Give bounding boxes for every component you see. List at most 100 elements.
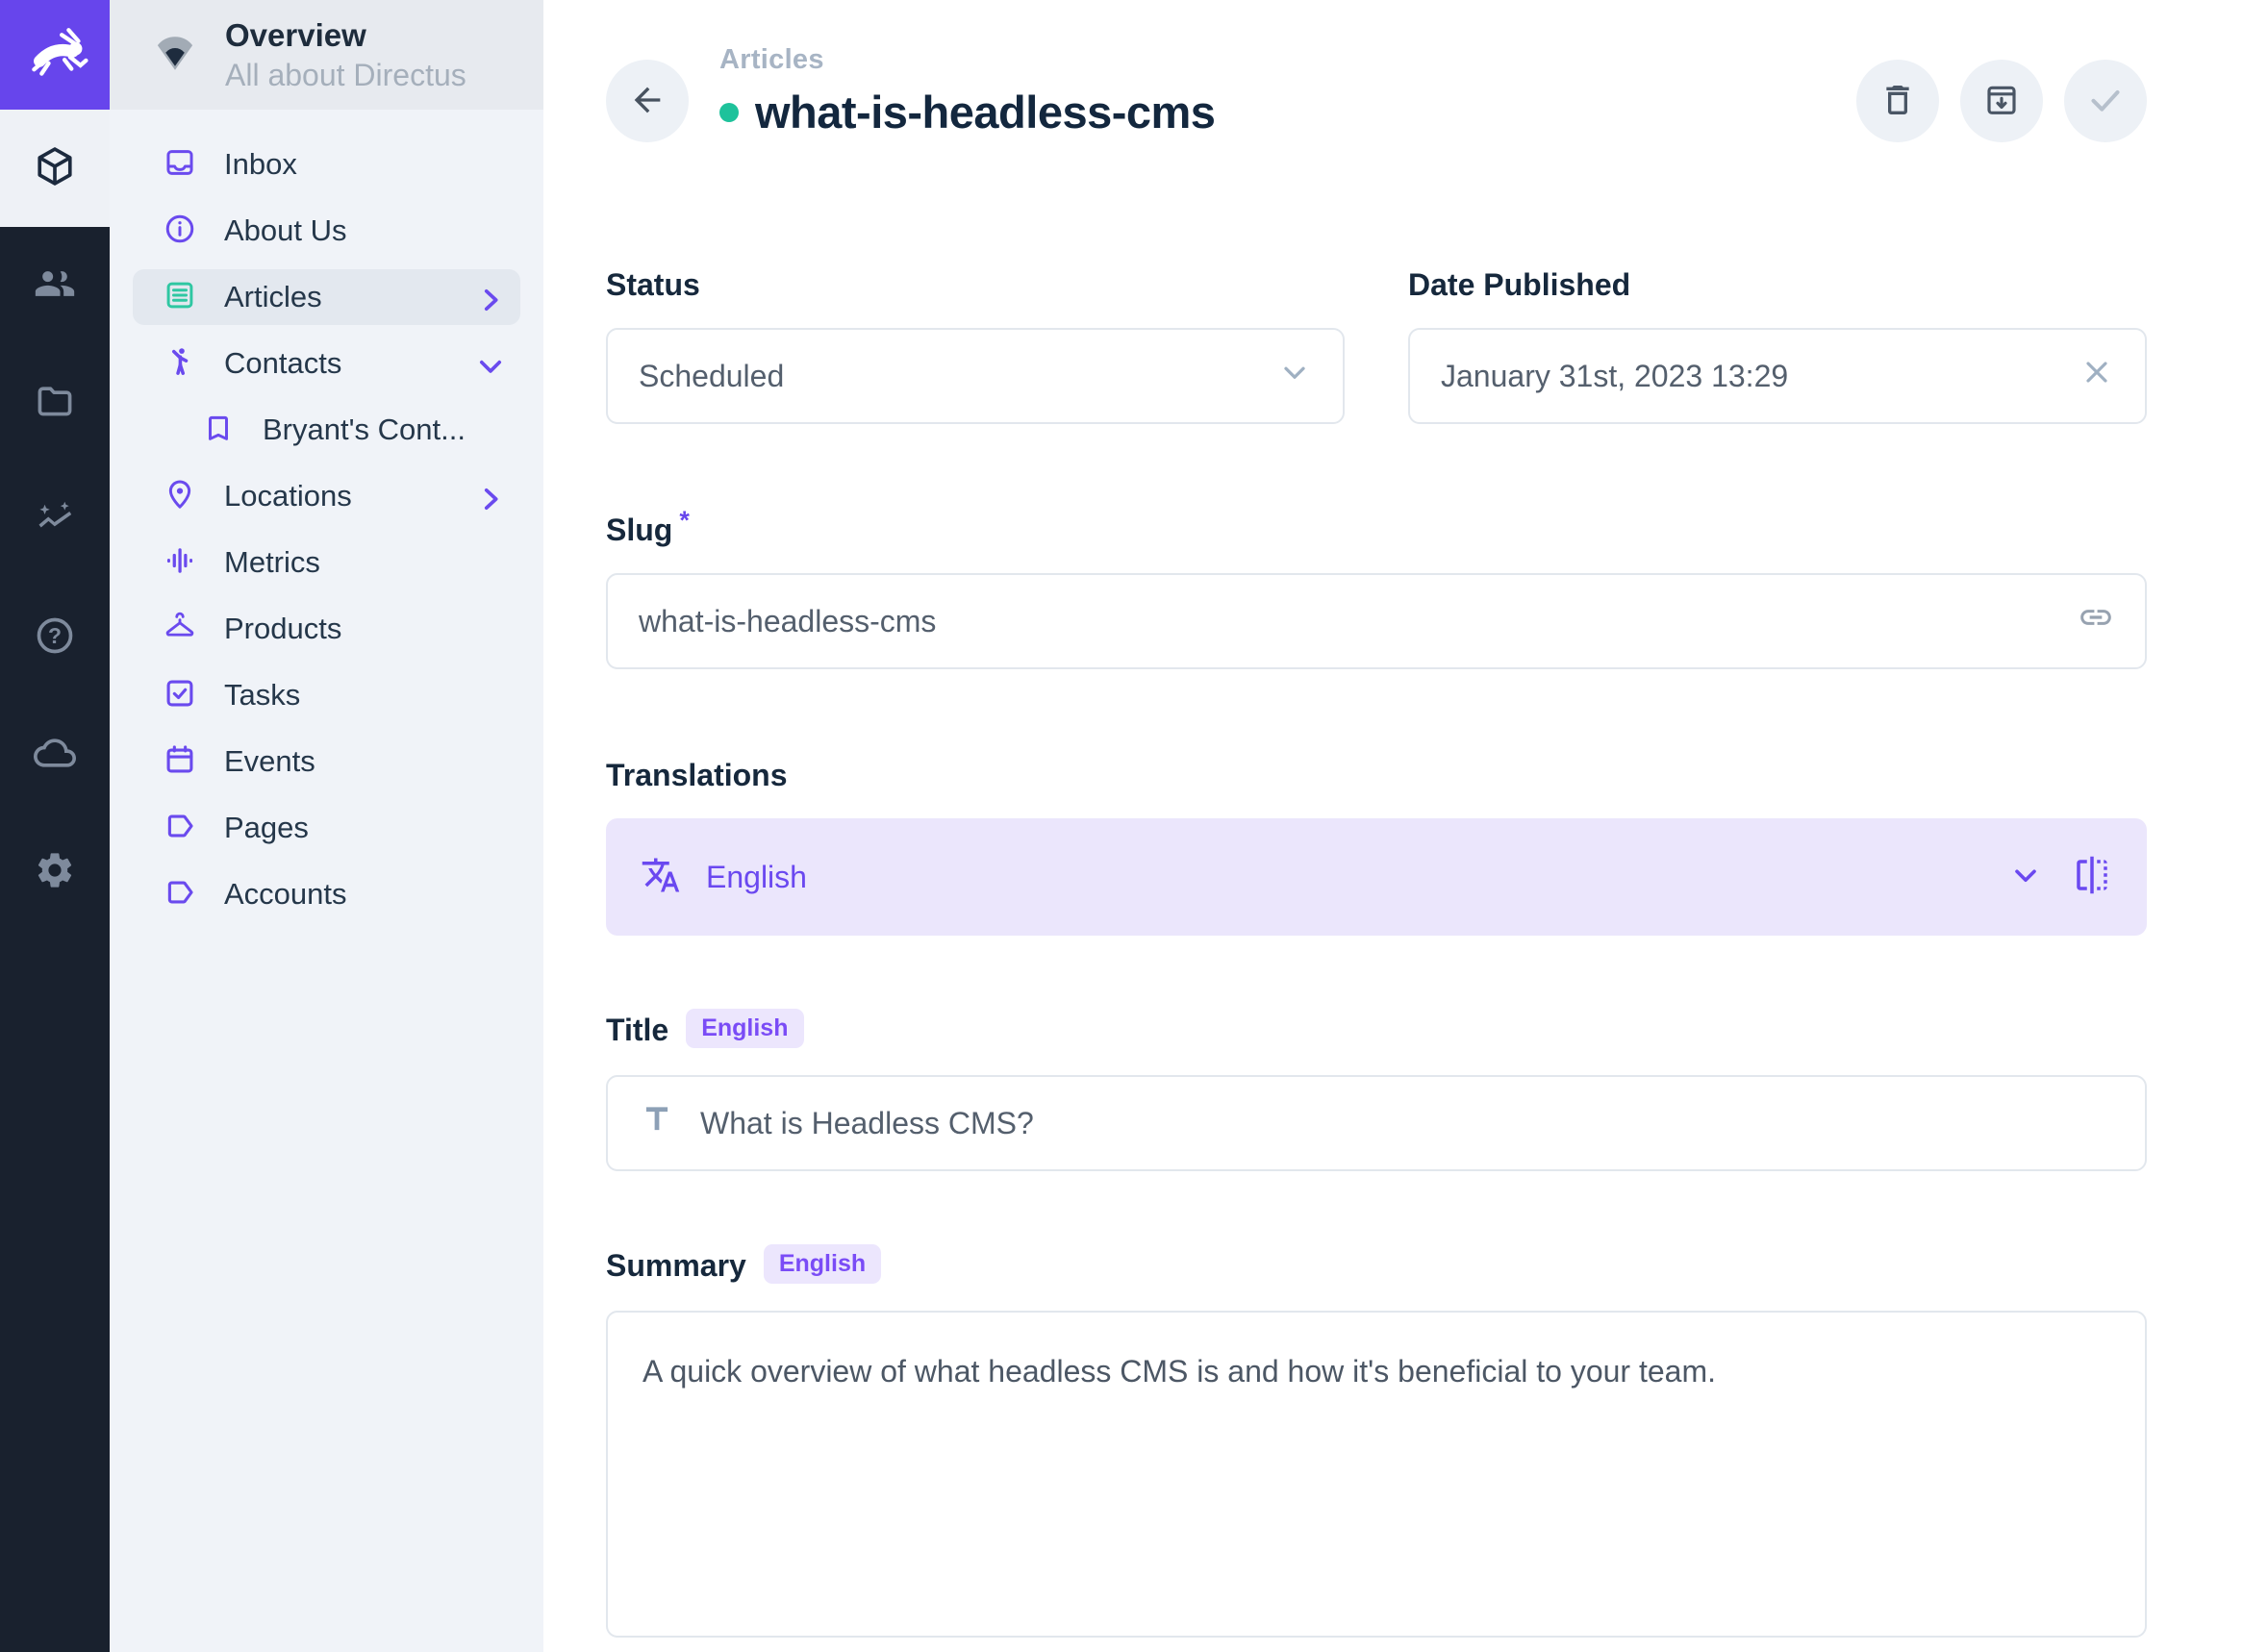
cube-icon: [34, 145, 76, 192]
nav-item-locations[interactable]: Locations: [133, 468, 520, 524]
chevron-right-icon: [474, 483, 501, 510]
bookmark-icon: [202, 412, 235, 449]
clear-icon[interactable]: [2079, 355, 2114, 397]
nav-item-tasks[interactable]: Tasks: [133, 667, 520, 723]
nav-item-about-us[interactable]: About Us: [133, 203, 520, 259]
nav-item-label: Articles: [224, 280, 322, 314]
main-content: Articles what-is-headless-cms: [543, 0, 2268, 1652]
header-actions: [1856, 60, 2147, 142]
module-bar: ?: [0, 0, 110, 1652]
field-date-published: Date Published January 31st, 2023 13:29: [1408, 267, 2147, 424]
nav-item-contacts[interactable]: Contacts: [133, 336, 520, 391]
nav-item-pages[interactable]: Pages: [133, 800, 520, 856]
slug-value: what-is-headless-cms: [639, 604, 2078, 639]
field-label: Translations: [606, 758, 788, 793]
module-users[interactable]: [0, 227, 110, 344]
module-settings[interactable]: [0, 813, 110, 931]
person-waving-icon: [164, 345, 196, 383]
title-t-icon: [639, 1101, 675, 1145]
module-insights[interactable]: [0, 462, 110, 579]
trash-icon: [1878, 81, 1917, 122]
cloud-icon: [34, 732, 76, 779]
archive-button[interactable]: [1960, 60, 2043, 142]
field-label: Status: [606, 267, 700, 303]
split-view-icon[interactable]: [2072, 855, 2112, 900]
module-docs[interactable]: ?: [0, 579, 110, 696]
field-title: Title English What is Headless CMS?: [606, 1011, 2147, 1171]
field-status: Status Scheduled: [606, 267, 1345, 424]
field-summary: Summary English A quick overview of what…: [606, 1246, 2147, 1638]
task-check-icon: [164, 677, 196, 714]
folder-icon: [34, 380, 76, 427]
article-icon: [164, 279, 196, 316]
field-slug: Slug * what-is-headless-cms: [606, 513, 2147, 669]
field-label: Summary: [606, 1248, 746, 1284]
back-button[interactable]: [606, 60, 689, 142]
app-window: ?: [0, 0, 2268, 1652]
nav-item-label: Locations: [224, 479, 352, 513]
save-button[interactable]: [2064, 60, 2147, 142]
hanger-icon: [164, 611, 196, 648]
nav-item-bryants-contacts[interactable]: Bryant's Cont...: [133, 402, 520, 458]
nav-item-label: Pages: [224, 811, 309, 845]
label-tag-icon: [164, 810, 196, 847]
field-label: Date Published: [1408, 267, 1630, 303]
nav-item-label: Metrics: [224, 545, 320, 580]
date-published-value: January 31st, 2023 13:29: [1441, 359, 2079, 394]
directus-logo[interactable]: [0, 0, 110, 110]
summary-textarea[interactable]: A quick overview of what headless CMS is…: [606, 1311, 2147, 1638]
module-files[interactable]: [0, 344, 110, 462]
gear-icon: [34, 849, 76, 896]
trend-sparkle-icon: [34, 497, 76, 544]
required-marker: *: [679, 506, 690, 536]
slug-input[interactable]: what-is-headless-cms: [606, 573, 2147, 669]
summary-value: A quick overview of what headless CMS is…: [643, 1354, 1716, 1389]
map-pin-icon: [164, 478, 196, 515]
project-header[interactable]: Overview All about Directus: [110, 0, 543, 110]
nav-item-label: Bryant's Cont...: [263, 413, 466, 447]
check-icon: [2086, 81, 2125, 122]
chevron-down-icon: [474, 350, 501, 377]
module-cloud[interactable]: [0, 696, 110, 813]
field-label: Slug: [606, 513, 672, 548]
project-wedge-icon: [151, 29, 199, 82]
status-value: Scheduled: [639, 359, 1277, 394]
translation-language: English: [706, 860, 2008, 895]
nav-item-accounts[interactable]: Accounts: [133, 866, 520, 922]
nav-item-label: Contacts: [224, 346, 341, 381]
language-badge: English: [686, 1009, 803, 1048]
language-badge: English: [764, 1244, 881, 1284]
nav-item-products[interactable]: Products: [133, 601, 520, 657]
nav-item-label: Accounts: [224, 877, 347, 912]
module-content[interactable]: [0, 110, 110, 227]
nav-item-label: Products: [224, 612, 341, 646]
label-tag-icon: [164, 876, 196, 914]
calendar-icon: [164, 743, 196, 781]
nav-item-articles[interactable]: Articles: [133, 269, 520, 325]
page-title: what-is-headless-cms: [755, 86, 1215, 138]
status-dot: [719, 103, 739, 122]
breadcrumb[interactable]: Articles: [719, 44, 1215, 76]
date-published-input[interactable]: January 31st, 2023 13:29: [1408, 328, 2147, 424]
delete-button[interactable]: [1856, 60, 1939, 142]
archive-icon: [1982, 81, 2021, 122]
nav-item-label: Inbox: [224, 147, 297, 182]
title-input[interactable]: What is Headless CMS?: [606, 1075, 2147, 1171]
chevron-right-icon: [474, 284, 501, 311]
title-value: What is Headless CMS?: [700, 1106, 2114, 1141]
nav-item-metrics[interactable]: Metrics: [133, 535, 520, 590]
arrow-back-icon: [628, 81, 667, 122]
chevron-down-icon: [1277, 355, 1312, 397]
nav-item-label: Tasks: [224, 678, 300, 713]
link-icon: [2078, 599, 2114, 643]
chevron-down-icon: [2008, 858, 2043, 897]
translations-row[interactable]: English: [606, 818, 2147, 936]
nav-item-inbox[interactable]: Inbox: [133, 137, 520, 192]
nav-item-events[interactable]: Events: [133, 734, 520, 789]
project-subtitle: All about Directus: [225, 56, 466, 94]
nav-item-label: Events: [224, 744, 315, 779]
nav-sidebar: Overview All about Directus Inbox: [110, 0, 543, 1652]
status-select[interactable]: Scheduled: [606, 328, 1345, 424]
item-form: Status Scheduled Date Published January …: [606, 267, 2147, 1638]
inbox-icon: [164, 146, 196, 184]
